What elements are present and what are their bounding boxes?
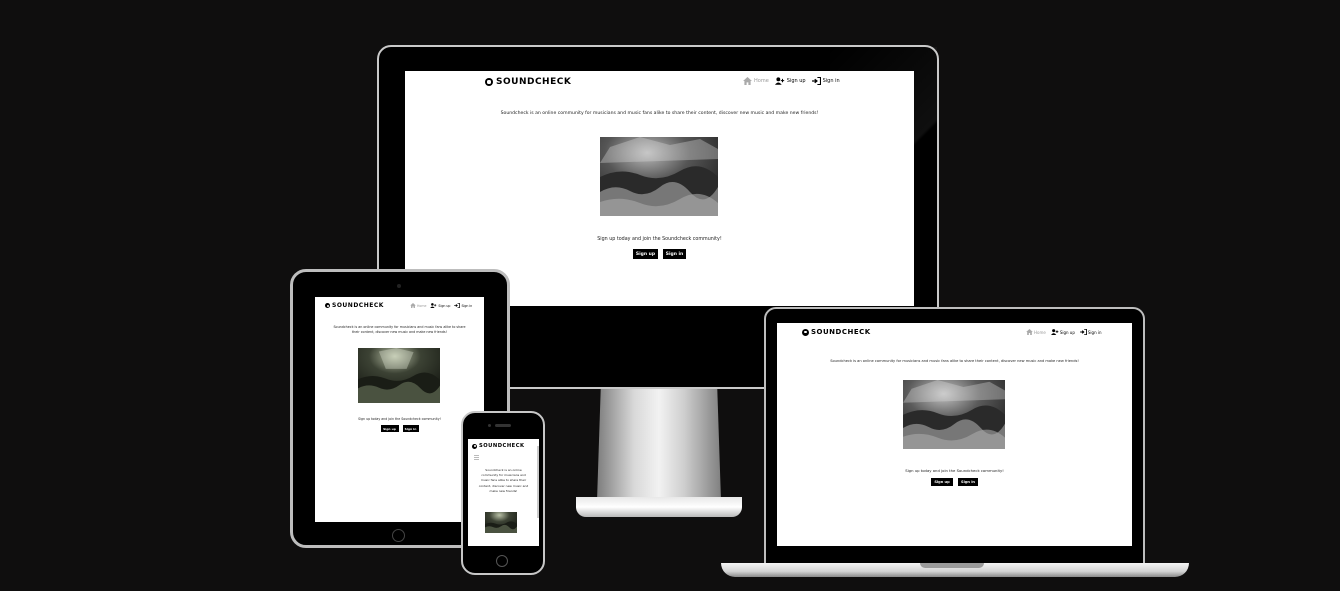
concert-image bbox=[358, 348, 440, 403]
home-icon bbox=[410, 303, 416, 308]
laptop-tagline: Soundcheck is an online community for mu… bbox=[830, 359, 1079, 363]
tablet-screen: SOUNDCHECK Home Sign up Sign in Soundche… bbox=[315, 297, 484, 522]
tablet-concert-photo bbox=[358, 348, 440, 403]
nav-sign-up-label: Sign up bbox=[1059, 329, 1075, 335]
monitor-stand bbox=[597, 389, 721, 501]
laptop-screen: SOUNDCHECK Home Sign up Sign in Soundche… bbox=[777, 323, 1132, 546]
desktop-logo[interactable]: SOUNDCHECK bbox=[485, 77, 571, 87]
concert-image bbox=[903, 380, 1005, 449]
laptop-nav-links: Home Sign up Sign in bbox=[1026, 329, 1102, 335]
user-plus-icon bbox=[430, 303, 437, 308]
user-plus-icon bbox=[1050, 329, 1059, 335]
phone-screen: SOUNDCHECK Soundcheck is an online commu… bbox=[468, 439, 539, 546]
tablet-home-button bbox=[392, 529, 405, 542]
sign-in-icon bbox=[454, 303, 461, 308]
phone-camera bbox=[488, 424, 491, 427]
nav-sign-up-label: Sign up bbox=[438, 303, 451, 308]
user-plus-icon bbox=[774, 77, 784, 85]
tablet-sign-up-button[interactable]: Sign up bbox=[380, 425, 399, 432]
home-icon bbox=[743, 77, 752, 85]
concert-image bbox=[485, 512, 517, 533]
tablet-nav-links: Home Sign up Sign in bbox=[410, 303, 472, 308]
nav-sign-in-link[interactable]: Sign in bbox=[454, 303, 472, 308]
phone-speaker bbox=[495, 424, 511, 427]
phone-tagline: Soundcheck is an online community for mu… bbox=[478, 468, 529, 493]
laptop-sign-up-button[interactable]: Sign up bbox=[931, 478, 953, 486]
logo-text: SOUNDCHECK bbox=[811, 328, 871, 336]
nav-sign-up-link[interactable]: Sign up bbox=[430, 303, 450, 308]
sign-in-icon bbox=[1080, 329, 1087, 335]
nav-sign-in-label: Sign in bbox=[1087, 329, 1102, 335]
nav-sign-up-label: Sign up bbox=[786, 78, 806, 84]
nav-sign-up-link[interactable]: Sign up bbox=[774, 77, 806, 85]
laptop-logo[interactable]: SOUNDCHECK bbox=[802, 328, 871, 336]
desktop-nav-links: Home Sign up Sign in bbox=[743, 77, 840, 85]
record-icon bbox=[802, 328, 809, 336]
tablet-tagline: Soundcheck is an online community for mu… bbox=[333, 325, 466, 334]
phone-home-button bbox=[496, 555, 508, 567]
desktop-sign-in-button[interactable]: Sign in bbox=[663, 249, 686, 259]
tablet-cta-text: Sign up today and join the Soundcheck co… bbox=[358, 417, 441, 421]
phone-concert-photo bbox=[485, 512, 517, 533]
laptop-cta-text: Sign up today and join the Soundcheck co… bbox=[905, 468, 1004, 473]
nav-home-label: Home bbox=[754, 78, 769, 84]
tablet-logo[interactable]: SOUNDCHECK bbox=[325, 302, 384, 309]
phone-logo[interactable]: SOUNDCHECK bbox=[472, 443, 525, 449]
concert-image bbox=[600, 137, 718, 216]
logo-text: SOUNDCHECK bbox=[479, 443, 525, 449]
nav-home-link[interactable]: Home bbox=[1026, 329, 1046, 335]
hamburger-icon[interactable] bbox=[474, 455, 479, 460]
desktop-concert-photo bbox=[600, 137, 718, 216]
tablet-cta-buttons: Sign up Sign in bbox=[315, 425, 484, 432]
laptop-notch bbox=[920, 563, 984, 568]
nav-home-label: Home bbox=[1034, 329, 1046, 335]
laptop-cta-buttons: Sign up Sign in bbox=[777, 478, 1132, 486]
home-icon bbox=[1026, 329, 1033, 335]
laptop-concert-photo bbox=[903, 380, 1005, 449]
tablet-sign-in-button[interactable]: Sign in bbox=[402, 425, 419, 432]
record-icon bbox=[472, 443, 477, 449]
nav-sign-in-label: Sign in bbox=[461, 303, 473, 308]
tablet-camera bbox=[397, 284, 401, 288]
nav-home-link[interactable]: Home bbox=[410, 303, 426, 308]
phone-scrollbar[interactable] bbox=[537, 446, 539, 518]
monitor-base bbox=[576, 497, 742, 517]
sign-in-icon bbox=[811, 77, 821, 85]
logo-text: SOUNDCHECK bbox=[332, 302, 384, 309]
logo-text: SOUNDCHECK bbox=[496, 77, 572, 87]
desktop-sign-up-button[interactable]: Sign up bbox=[633, 249, 658, 259]
laptop-sign-in-button[interactable]: Sign in bbox=[958, 478, 978, 486]
nav-sign-in-link[interactable]: Sign in bbox=[1080, 329, 1102, 335]
record-icon bbox=[325, 303, 330, 308]
record-icon bbox=[485, 78, 493, 86]
nav-sign-up-link[interactable]: Sign up bbox=[1050, 329, 1075, 335]
nav-home-link[interactable]: Home bbox=[743, 77, 769, 85]
nav-home-label: Home bbox=[417, 303, 427, 308]
